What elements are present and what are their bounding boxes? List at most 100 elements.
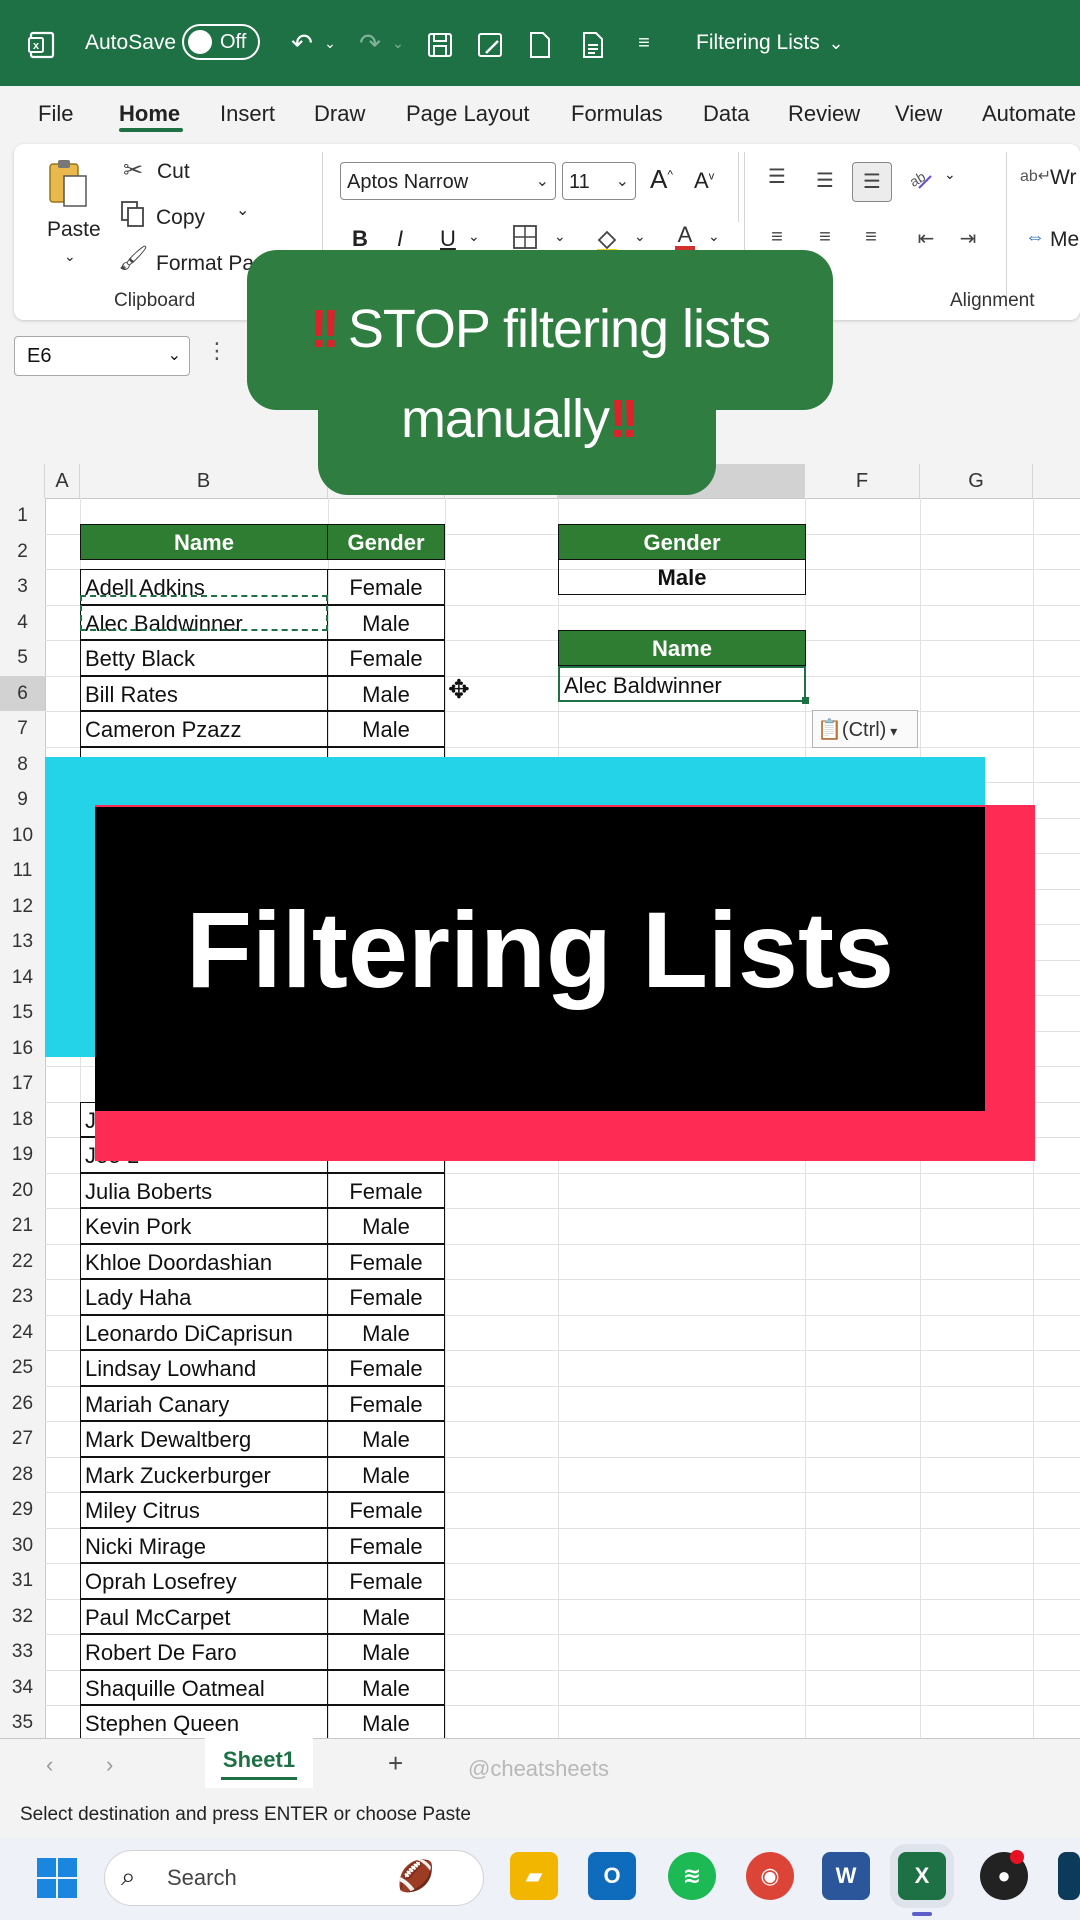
chevron-down-icon[interactable]: ⌄: [554, 228, 566, 245]
criteria-gender-header[interactable]: Gender: [558, 524, 806, 560]
table-cell-name[interactable]: Leonardo DiCaprisun: [80, 1314, 328, 1350]
row-header-23[interactable]: 23: [0, 1279, 45, 1315]
table-cell-name[interactable]: Cameron Pzazz: [80, 711, 328, 747]
document-title[interactable]: Filtering Lists: [696, 0, 820, 86]
scroll-right-icon[interactable]: ›: [106, 1752, 113, 1778]
select-all-corner[interactable]: [0, 464, 45, 498]
row-header-26[interactable]: 26: [0, 1386, 45, 1422]
table-cell-name[interactable]: Kevin Pork: [80, 1208, 328, 1244]
row-header-31[interactable]: 31: [0, 1563, 45, 1599]
row-header-24[interactable]: 24: [0, 1315, 45, 1351]
font-size-select[interactable]: 11 ⌄: [562, 162, 636, 200]
menu-data[interactable]: Data: [703, 86, 749, 140]
word-icon[interactable]: W: [822, 1852, 870, 1900]
row-header-25[interactable]: 25: [0, 1350, 45, 1386]
spotify-icon[interactable]: ≋: [668, 1852, 716, 1900]
underline-button[interactable]: U: [440, 226, 456, 252]
table-cell-name[interactable]: Mark Dewaltberg: [80, 1421, 328, 1457]
table-cell-name[interactable]: Nicki Mirage: [80, 1527, 328, 1563]
scissors-icon[interactable]: ✂: [120, 156, 146, 185]
chevron-down-icon[interactable]: ⌄: [944, 166, 956, 183]
row-header-30[interactable]: 30: [0, 1528, 45, 1564]
row-header-3[interactable]: 3: [0, 569, 45, 605]
menu-formulas[interactable]: Formulas: [571, 86, 663, 140]
taskbar-search[interactable]: ⌕ Search 🏈: [104, 1850, 484, 1906]
table-cell-gender[interactable]: Female: [327, 1243, 445, 1279]
row-header-1[interactable]: 1: [0, 498, 45, 534]
row-header-13[interactable]: 13: [0, 924, 45, 960]
align-bottom-icon[interactable]: ☰: [852, 162, 892, 202]
table-cell-name[interactable]: Betty Black: [80, 640, 328, 676]
table-cell-gender[interactable]: Female: [327, 640, 445, 676]
copy-icon[interactable]: [118, 200, 148, 235]
row-header-11[interactable]: 11: [0, 853, 45, 889]
menu-file[interactable]: File: [38, 86, 73, 140]
align-right-icon[interactable]: ≡: [856, 226, 886, 249]
menu-draw[interactable]: Draw: [314, 86, 365, 140]
customize-icon[interactable]: ≡: [626, 0, 662, 86]
row-header-16[interactable]: 16: [0, 1031, 45, 1067]
table-cell-name[interactable]: Paul McCarpet: [80, 1598, 328, 1634]
criteria-name-header[interactable]: Name: [558, 630, 806, 666]
table-cell-name[interactable]: Mark Zuckerburger: [80, 1456, 328, 1492]
increase-indent-icon[interactable]: ⇥: [952, 226, 984, 251]
shrink-font-icon[interactable]: Av: [694, 168, 714, 194]
chevron-down-icon[interactable]: ⌄: [708, 228, 720, 245]
table-cell-gender[interactable]: Male: [327, 1314, 445, 1350]
row-header-12[interactable]: 12: [0, 889, 45, 925]
table-cell-name[interactable]: Julia Boberts: [80, 1172, 328, 1208]
merge-center-icon[interactable]: ⇔: [1020, 226, 1050, 249]
column-header-b[interactable]: B: [80, 464, 328, 498]
row-header-32[interactable]: 32: [0, 1599, 45, 1635]
table-cell-gender[interactable]: Male: [327, 675, 445, 711]
menu-view[interactable]: View: [895, 86, 942, 140]
print-preview-icon[interactable]: [574, 0, 614, 86]
grow-font-icon[interactable]: A^: [650, 164, 673, 195]
autosave-toggle[interactable]: Off: [182, 24, 260, 60]
wrap-text-button[interactable]: Wr: [1050, 166, 1076, 190]
row-header-21[interactable]: 21: [0, 1208, 45, 1244]
row-header-10[interactable]: 10: [0, 818, 45, 854]
table-cell-gender[interactable]: Female: [327, 1279, 445, 1315]
decrease-indent-icon[interactable]: ⇤: [910, 226, 942, 251]
chrome-icon[interactable]: ◉: [746, 1852, 794, 1900]
excel-taskbar-icon[interactable]: X: [898, 1852, 946, 1900]
table-cell-gender[interactable]: Male: [327, 1598, 445, 1634]
chevron-down-icon[interactable]: ⌄: [634, 228, 646, 245]
row-header-2[interactable]: 2: [0, 534, 45, 570]
table-cell-gender[interactable]: Male: [327, 1634, 445, 1670]
undo-icon[interactable]: ↶: [282, 0, 322, 86]
bold-button[interactable]: B: [352, 226, 368, 252]
menu-review[interactable]: Review: [788, 86, 860, 140]
table-cell-name[interactable]: Shaquille Oatmeal: [80, 1669, 328, 1705]
row-header-35[interactable]: 35: [0, 1705, 45, 1741]
paste-icon[interactable]: [46, 156, 90, 212]
align-center-icon[interactable]: ≡: [810, 226, 840, 249]
table-cell-gender[interactable]: Male: [327, 1208, 445, 1244]
italic-button[interactable]: I: [397, 226, 403, 252]
table-cell-gender[interactable]: Female: [327, 1527, 445, 1563]
column-header-g[interactable]: G: [920, 464, 1033, 498]
table-cell-name[interactable]: Stephen Queen: [80, 1705, 328, 1741]
table-cell-gender[interactable]: Female: [327, 569, 445, 605]
fill-handle[interactable]: [802, 697, 809, 704]
row-header-28[interactable]: 28: [0, 1457, 45, 1493]
sheet-tab-sheet1[interactable]: Sheet1: [205, 1738, 313, 1788]
row-header-17[interactable]: 17: [0, 1066, 45, 1102]
column-header-a[interactable]: A: [45, 464, 80, 498]
save-icon[interactable]: [420, 0, 460, 86]
table-cell-name[interactable]: Lindsay Lowhand: [80, 1350, 328, 1386]
merge-center-button[interactable]: Me: [1050, 228, 1079, 252]
add-sheet-button[interactable]: +: [388, 1748, 403, 1779]
table-cell-gender[interactable]: Male: [327, 1705, 445, 1741]
column-header-f[interactable]: F: [805, 464, 920, 498]
table-cell-name[interactable]: Robert De Faro: [80, 1634, 328, 1670]
row-header-19[interactable]: 19: [0, 1137, 45, 1173]
row-header-5[interactable]: 5: [0, 640, 45, 676]
row-header-9[interactable]: 9: [0, 782, 45, 818]
wrap-text-icon[interactable]: ab↵: [1020, 166, 1051, 186]
font-name-select[interactable]: Aptos Narrow ⌄: [340, 162, 556, 200]
table-cell-gender[interactable]: Male: [327, 1669, 445, 1705]
table-cell-gender[interactable]: Male: [327, 1421, 445, 1457]
row-header-27[interactable]: 27: [0, 1421, 45, 1457]
